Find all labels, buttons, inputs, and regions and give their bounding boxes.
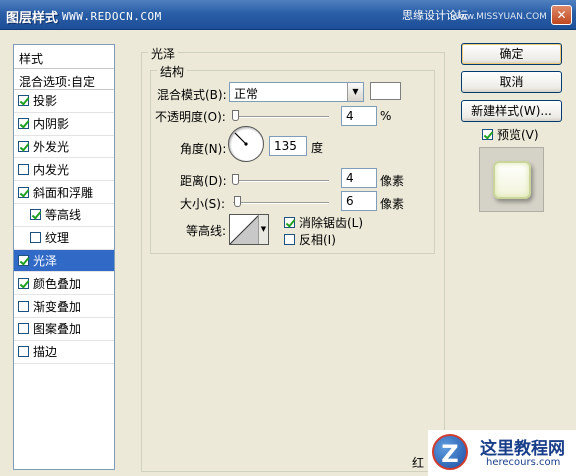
style-item-label: 光泽 <box>33 253 58 268</box>
style-item-inner-glow[interactable]: 内发光 <box>14 158 114 182</box>
style-item-label: 斜面和浮雕 <box>33 185 94 200</box>
blend-mode-select[interactable]: 正常 ▼ <box>229 82 364 102</box>
preview-tile <box>493 161 531 199</box>
style-preview <box>479 147 544 212</box>
distance-label: 距离(D): <box>180 174 227 188</box>
style-item-inner-shadow[interactable]: 内阴影 <box>14 113 114 136</box>
style-item-label: 内阴影 <box>33 117 70 132</box>
style-item-label: 等高线 <box>45 208 82 223</box>
new-style-button[interactable]: 新建样式(W)... <box>461 100 562 122</box>
ok-button[interactable]: 确定 <box>461 43 562 65</box>
invert-option[interactable]: 反相(I) <box>284 231 336 248</box>
contour-picker[interactable]: ▼ <box>229 214 269 245</box>
style-item-drop-shadow[interactable]: 投影 <box>14 90 114 113</box>
contour-label: 等高线: <box>186 224 227 238</box>
style-item-label: 投影 <box>33 94 58 109</box>
style-item-contour[interactable]: 等高线 <box>14 204 114 227</box>
bevel-emboss-checkbox[interactable] <box>18 186 29 198</box>
chevron-down-icon[interactable]: ▼ <box>258 215 268 244</box>
preview-label: 预览(V) <box>497 128 539 142</box>
style-item-label: 颜色叠加 <box>33 276 82 291</box>
style-list: 样式 混合选项:自定 投影 内阴影 外发光 内发光 斜面和浮雕 等高线 纹理 光… <box>13 44 115 470</box>
logo-badge-icon: Z <box>432 434 468 470</box>
style-item-bevel-emboss[interactable]: 斜面和浮雕 <box>14 181 114 204</box>
invert-label: 反相(I) <box>299 233 336 247</box>
satin-color-swatch[interactable] <box>370 82 401 100</box>
style-item-satin[interactable]: 光泽 <box>14 249 114 273</box>
opacity-slider-thumb[interactable] <box>232 110 239 121</box>
texture-checkbox[interactable] <box>30 232 41 244</box>
inner-shadow-checkbox[interactable] <box>18 118 29 130</box>
chevron-down-icon[interactable]: ▼ <box>347 83 363 101</box>
forum-url-watermark: www.MISSYUAN.COM <box>452 12 547 22</box>
distance-slider-track[interactable] <box>233 180 329 182</box>
logo-url: herecours.com <box>486 457 561 468</box>
distance-input[interactable]: 4 <box>341 168 377 188</box>
style-item-label: 外发光 <box>33 140 70 154</box>
angle-dial-needle <box>234 132 248 146</box>
invert-checkbox[interactable] <box>284 234 295 245</box>
style-item-gradient-overlay[interactable]: 渐变叠加 <box>14 295 114 318</box>
style-item-pattern-overlay[interactable]: 图案叠加 <box>14 318 114 341</box>
cancel-button[interactable]: 取消 <box>461 71 562 93</box>
style-item-texture[interactable]: 纹理 <box>14 227 114 250</box>
structure-section-title: 结构 <box>157 63 188 80</box>
style-item-stroke[interactable]: 描边 <box>14 341 114 364</box>
size-label: 大小(S): <box>180 197 226 211</box>
opacity-label: 不透明度(O): <box>155 110 226 124</box>
inner-glow-checkbox[interactable] <box>18 163 29 175</box>
blend-options-item[interactable]: 混合选项:自定 <box>14 69 114 90</box>
antialias-option[interactable]: 消除锯齿(L) <box>284 214 363 231</box>
antialias-label: 消除锯齿(L) <box>299 216 364 230</box>
blend-mode-value: 正常 <box>234 87 259 101</box>
distance-slider-thumb[interactable] <box>232 174 239 185</box>
distance-unit: 像素 <box>380 174 405 188</box>
window-title: 图层样式 <box>6 11 59 26</box>
opacity-input[interactable]: 4 <box>341 106 377 126</box>
style-list-header[interactable]: 样式 <box>14 45 114 69</box>
style-item-label: 内发光 <box>33 162 70 177</box>
size-slider-track[interactable] <box>233 202 329 204</box>
satin-section-title: 光泽 <box>148 45 179 62</box>
color-overlay-checkbox[interactable] <box>18 277 29 289</box>
angle-label: 角度(N): <box>180 142 227 156</box>
title-bar: 图层样式 WWW.REDOCN.COM 思缘设计论坛 www.MISSYUAN.… <box>0 0 576 30</box>
contour-curve-icon <box>230 215 260 244</box>
gradient-overlay-checkbox[interactable] <box>18 300 29 312</box>
close-button[interactable]: ✕ <box>551 5 572 25</box>
opacity-slider-track[interactable] <box>233 116 329 118</box>
style-item-outer-glow[interactable]: 外发光 <box>14 136 114 159</box>
site-logo: Z 这里教程网 herecours.com <box>428 430 576 476</box>
angle-input[interactable]: 135 <box>269 136 307 156</box>
outer-glow-checkbox[interactable] <box>18 140 29 152</box>
size-input[interactable]: 6 <box>341 191 377 211</box>
opacity-unit: % <box>380 109 392 123</box>
size-slider-thumb[interactable] <box>234 196 241 207</box>
style-item-label: 渐变叠加 <box>33 299 82 314</box>
style-item-label: 纹理 <box>45 231 70 246</box>
blend-mode-label: 混合模式(B): <box>157 88 227 102</box>
logo-name: 这里教程网 <box>480 439 565 459</box>
preview-checkbox[interactable] <box>482 129 493 140</box>
contour-checkbox[interactable] <box>30 209 41 221</box>
angle-unit: 度 <box>311 141 324 155</box>
partial-text: 红 <box>412 456 425 470</box>
style-item-color-overlay[interactable]: 颜色叠加 <box>14 272 114 296</box>
angle-dial[interactable] <box>228 126 264 162</box>
preview-option[interactable]: 预览(V) <box>482 126 539 143</box>
watermark-text: WWW.REDOCN.COM <box>62 10 162 23</box>
size-unit: 像素 <box>380 197 405 211</box>
drop-shadow-checkbox[interactable] <box>18 95 29 107</box>
antialias-checkbox[interactable] <box>284 217 295 228</box>
stroke-checkbox[interactable] <box>18 346 29 358</box>
style-item-label: 描边 <box>33 345 58 360</box>
satin-checkbox[interactable] <box>18 254 29 266</box>
style-item-label: 图案叠加 <box>33 322 82 337</box>
pattern-overlay-checkbox[interactable] <box>18 323 29 335</box>
